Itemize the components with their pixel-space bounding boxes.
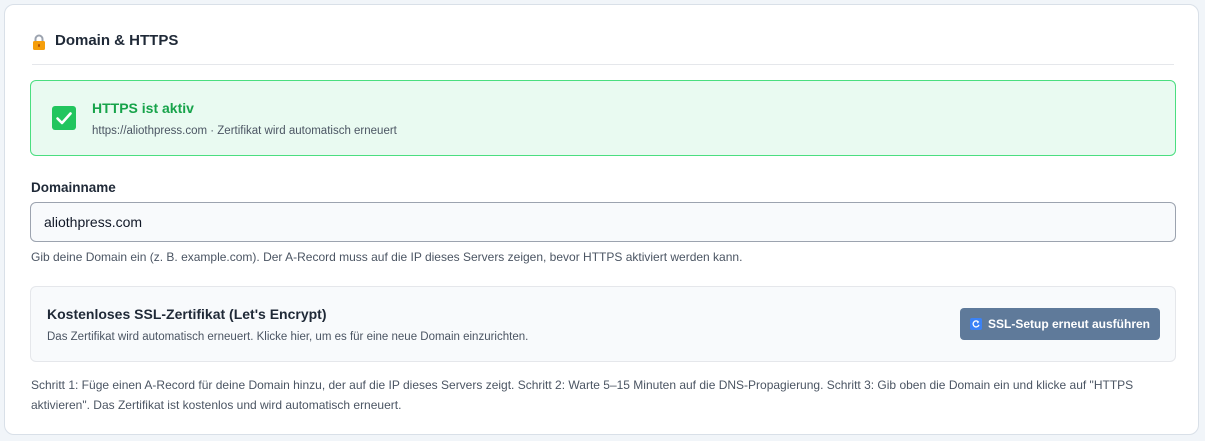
status-title: HTTPS ist aktiv [92,100,194,116]
card-title: Domain & HTTPS [55,32,179,49]
ssl-button-label: SSL-Setup erneut ausführen [987,317,1151,331]
domain-input[interactable] [30,202,1176,242]
ssl-title: Kostenloses SSL-Zertifikat (Let's Encryp… [47,306,327,322]
check-icon [52,106,76,130]
card-header: Domain & HTTPS [32,32,1174,65]
status-description: https://aliothpress.com · Zertifikat wir… [92,125,397,137]
ssl-description: Das Zertifikat wird automatisch erneuert… [47,331,529,343]
refresh-icon [969,318,982,330]
ssl-certificate-panel: Kostenloses SSL-Zertifikat (Let's Encryp… [30,286,1176,362]
https-status-banner: HTTPS ist aktiv https://aliothpress.com … [30,80,1176,156]
domain-field-label: Domainname [31,180,116,195]
domain-https-card: Domain & HTTPS HTTPS ist aktiv https://a… [4,4,1199,435]
domain-help-text: Gib deine Domain ein (z. B. example.com)… [31,250,743,264]
rerun-ssl-setup-button[interactable]: SSL-Setup erneut ausführen [960,308,1160,340]
lock-icon [33,34,45,50]
setup-steps-text: Schritt 1: Füge einen A-Record für deine… [31,378,1134,412]
